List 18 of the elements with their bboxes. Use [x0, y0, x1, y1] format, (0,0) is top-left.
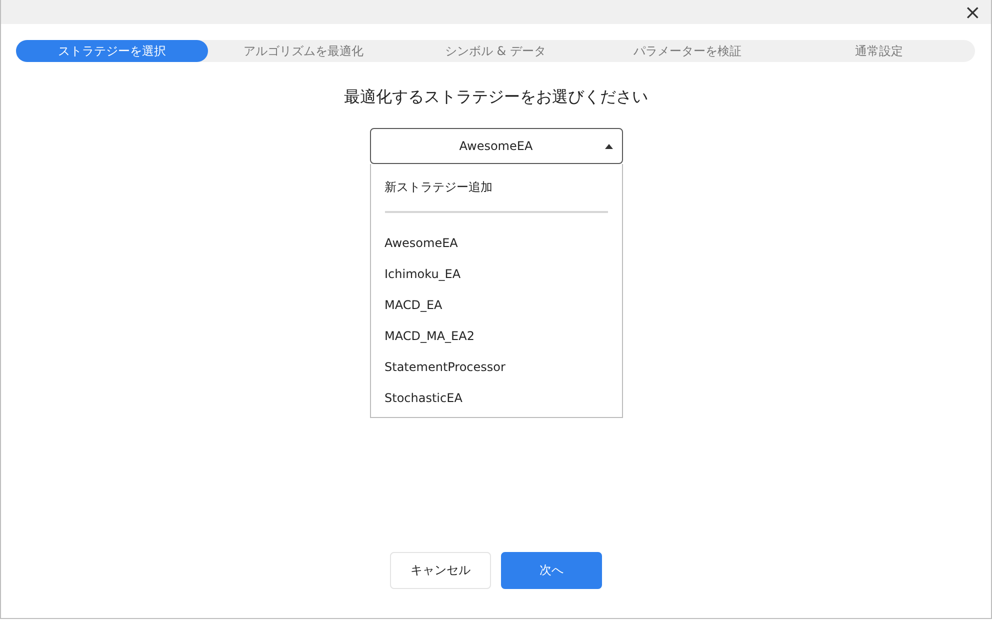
strategy-option[interactable]: StatementProcessor — [370, 351, 622, 382]
step-tab[interactable]: パラメーターを検証 — [591, 40, 784, 62]
step-tab[interactable]: アルゴリズムを最適化 — [208, 40, 400, 62]
add-strategy-item[interactable]: 新ストラテジー追加 — [370, 172, 622, 203]
close-button[interactable]: × — [962, 2, 983, 22]
heading: 最適化するストラテジーをお選びください — [343, 87, 649, 108]
strategy-dropdown[interactable]: AwesomeEA — [370, 128, 622, 164]
cancel-button[interactable]: キャンセル — [390, 552, 491, 589]
step-tab[interactable]: ストラテジーを選択 — [16, 40, 208, 62]
strategy-option[interactable]: StochasticEA — [370, 382, 622, 413]
strategy-option[interactable]: MACD_MA_EA2 — [370, 320, 622, 351]
strategy-option[interactable]: Ichimoku_EA — [370, 258, 622, 289]
strategy-option[interactable]: MACD_EA — [370, 289, 622, 320]
caret-icon — [604, 144, 612, 149]
step-tab[interactable]: シンボル & データ — [400, 40, 592, 62]
strategy-option[interactable]: AwesomeEA — [370, 227, 622, 258]
step-tab[interactable]: 通常設定 — [783, 40, 975, 62]
next-button[interactable]: 次へ — [501, 552, 602, 589]
